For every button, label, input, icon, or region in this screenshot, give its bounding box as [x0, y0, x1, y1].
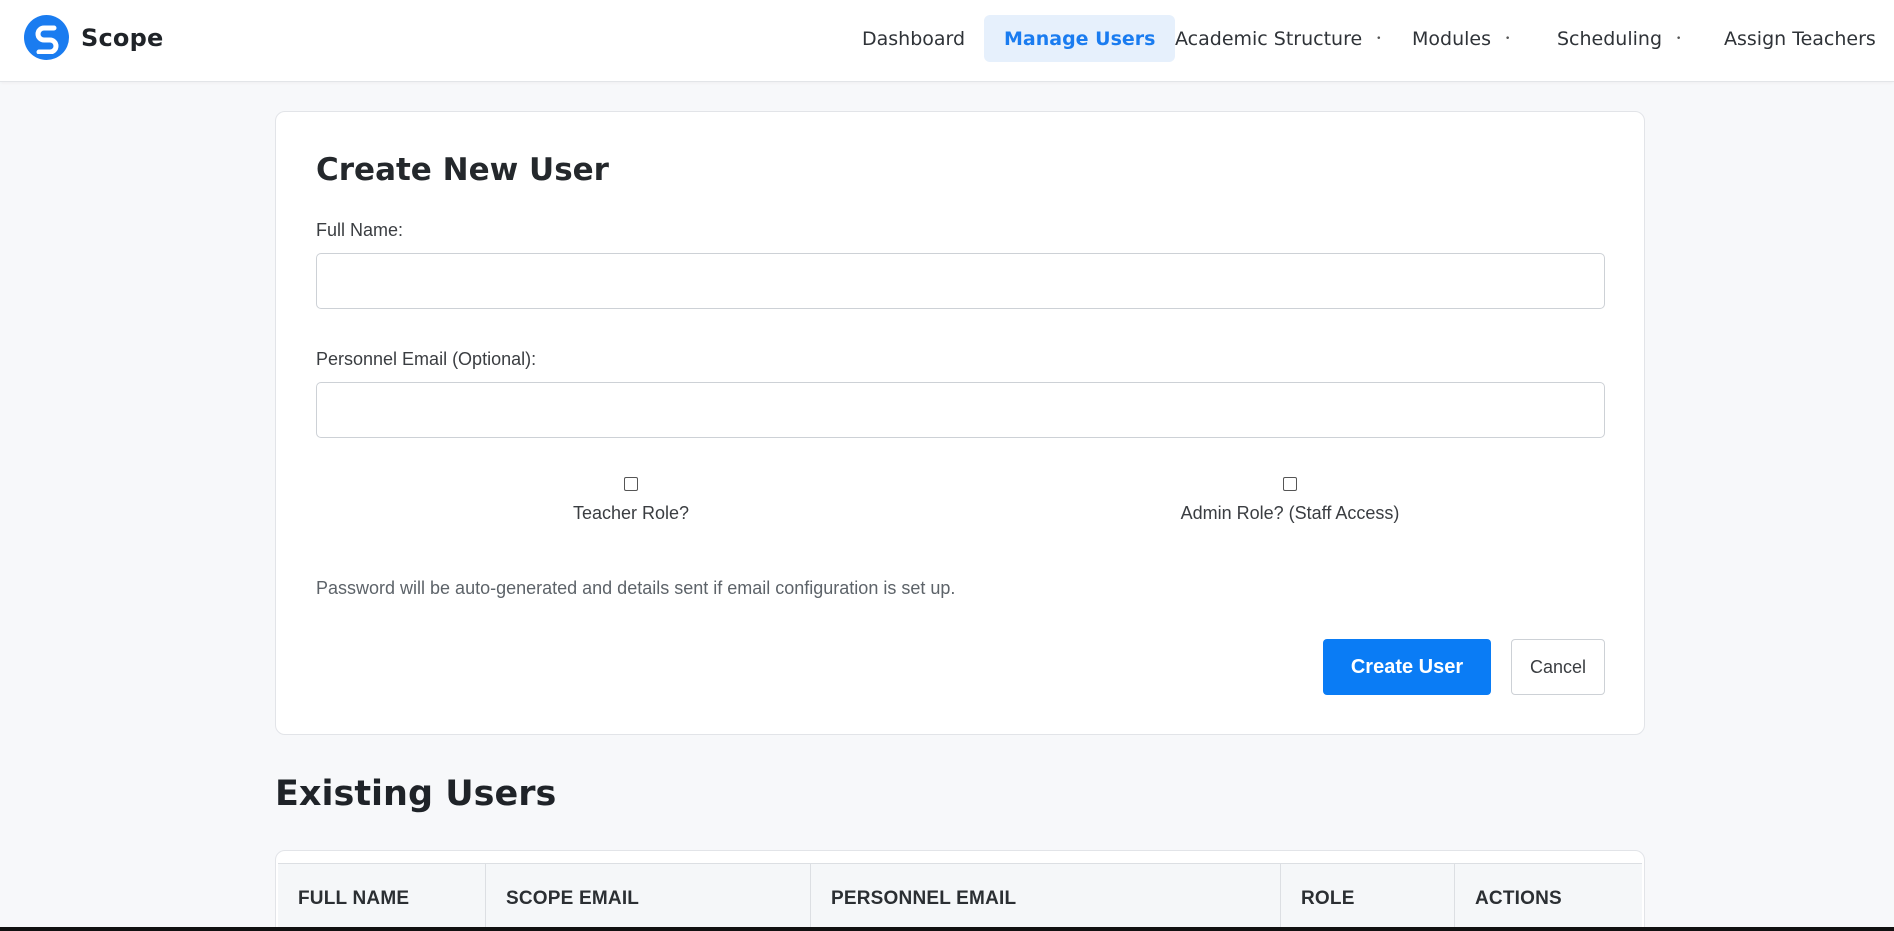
nav-item-scheduling[interactable]: Scheduling •	[1537, 15, 1701, 62]
brand-name: Scope	[81, 23, 164, 52]
brand[interactable]: Scope	[24, 15, 163, 60]
scope-s-logo-icon	[24, 15, 69, 60]
column-header-actions[interactable]: ACTIONS	[1455, 864, 1644, 930]
top-navbar: Scope Dashboard Manage Users Academic St…	[0, 0, 1894, 82]
teacher-role-option[interactable]: Teacher Role?	[481, 477, 781, 524]
column-header-role[interactable]: ROLE	[1281, 864, 1455, 930]
personnel-email-label: Personnel Email (Optional):	[316, 349, 537, 369]
create-user-button[interactable]: Create User	[1323, 639, 1491, 695]
personnel-email-input[interactable]	[316, 382, 1605, 438]
nav-item-label: Assign Teachers	[1724, 27, 1876, 50]
users-table: FULL NAME SCOPE EMAIL PERSONNEL EMAIL RO…	[275, 850, 1645, 931]
nav-item-manage-users[interactable]: Manage Users	[984, 15, 1176, 62]
dropdown-caret-icon: •	[1676, 33, 1682, 44]
nav-item-dashboard[interactable]: Dashboard	[842, 15, 985, 62]
admin-role-option[interactable]: Admin Role? (Staff Access)	[1140, 477, 1440, 524]
nav-item-academic-structure[interactable]: Academic Structure •	[1155, 15, 1401, 62]
dropdown-caret-icon: •	[1505, 33, 1511, 44]
nav-item-modules[interactable]: Modules •	[1392, 15, 1530, 62]
column-header-scope-email[interactable]: SCOPE EMAIL	[486, 864, 811, 930]
nav-item-label: Modules	[1412, 27, 1491, 50]
teacher-role-label: Teacher Role?	[572, 503, 690, 523]
window-bottom-edge	[0, 927, 1894, 931]
full-name-label: Full Name:	[316, 220, 404, 240]
nav-item-assign-teachers[interactable]: Assign Teachers	[1704, 15, 1894, 62]
create-user-card: Create New User Full Name: Personnel Ema…	[275, 111, 1645, 735]
nav-item-label: Academic Structure	[1175, 27, 1363, 50]
column-header-personnel-email[interactable]: PERSONNEL EMAIL	[811, 864, 1281, 930]
admin-role-label: Admin Role? (Staff Access)	[1180, 503, 1400, 523]
column-header-full-name[interactable]: FULL NAME	[278, 864, 486, 930]
admin-role-checkbox[interactable]	[1283, 477, 1297, 491]
nav-item-label: Dashboard	[862, 27, 966, 50]
existing-users-title: Existing Users	[275, 774, 557, 814]
teacher-role-checkbox[interactable]	[624, 477, 638, 491]
table-header-row: FULL NAME SCOPE EMAIL PERSONNEL EMAIL RO…	[278, 863, 1644, 930]
nav-item-label: Manage Users	[1004, 27, 1156, 50]
nav-item-label: Scheduling	[1557, 27, 1663, 50]
cancel-button[interactable]: Cancel	[1511, 639, 1605, 695]
full-name-input[interactable]	[316, 253, 1605, 309]
dropdown-caret-icon: •	[1376, 33, 1382, 44]
password-helper-text: Password will be auto-generated and deta…	[316, 578, 956, 598]
form-title: Create New User	[316, 152, 609, 188]
